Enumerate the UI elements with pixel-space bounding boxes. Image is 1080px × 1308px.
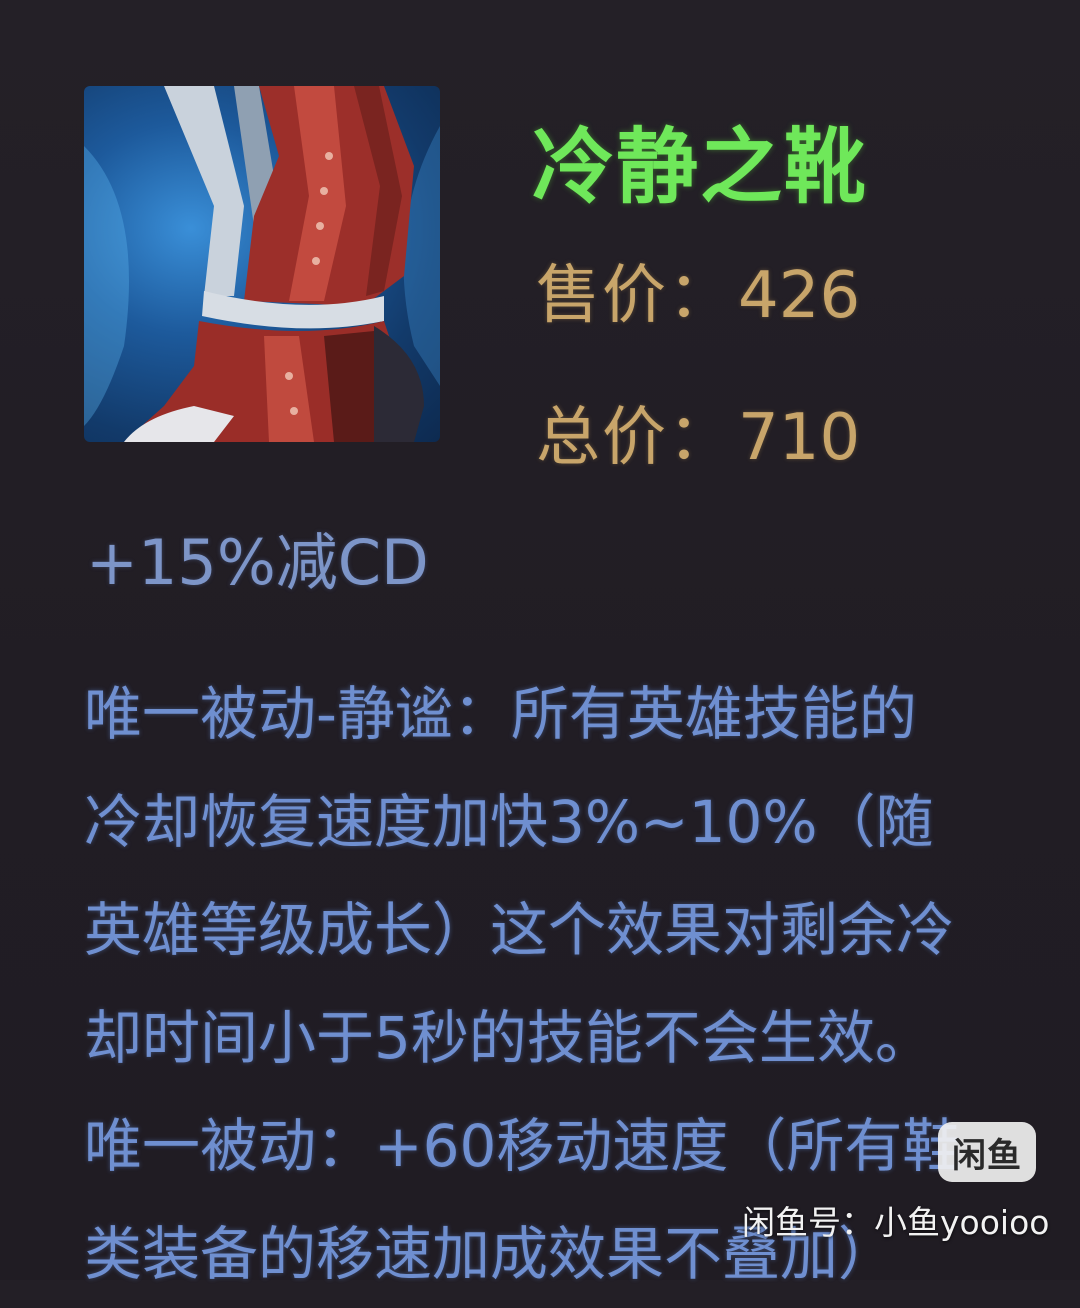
sell-price-value: 426 (738, 259, 861, 333)
sell-price: 售价：426 (536, 244, 860, 336)
item-tooltip-panel: 冷静之靴 售价：426 总价：710 +15%减CD 唯一被动-静谧：所有英雄技… (0, 0, 1080, 1288)
item-name: 冷静之靴 (532, 120, 869, 215)
description-line: 英雄等级成长）这个效果对剩余冷 (84, 896, 955, 964)
watermark-logo: 闲鱼 (938, 1122, 1036, 1182)
watermark-text: 闲鱼号：小鱼yooioo (742, 1203, 1050, 1242)
description-line: 唯一被动：+60移动速度（所有鞋 (84, 1112, 961, 1180)
total-price: 总价：710 (536, 386, 860, 478)
description-line: 却时间小于5秒的技能不会生效。 (84, 1004, 933, 1072)
description-line: 唯一被动-静谧：所有英雄技能的 (84, 680, 917, 748)
total-price-value: 710 (738, 401, 861, 475)
item-stat: +15%减CD (86, 526, 429, 599)
description-line: 冷却恢复速度加快3%~10%（随 (84, 788, 934, 856)
sell-price-label: 售价： (536, 259, 734, 333)
total-price-label: 总价： (536, 401, 734, 475)
boot-icon (84, 86, 440, 442)
